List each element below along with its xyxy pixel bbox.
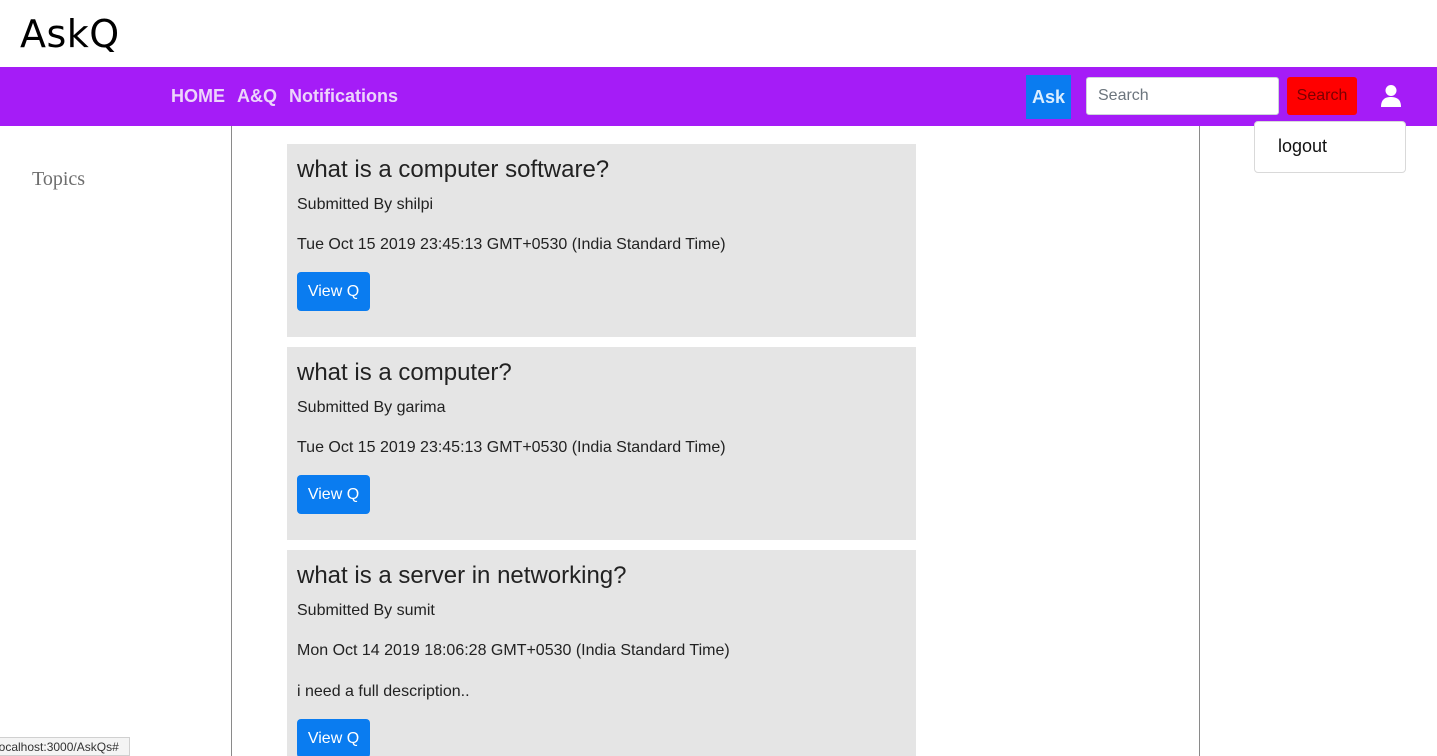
question-author: Submitted By shilpi (297, 196, 434, 213)
user-dropdown-menu: logout (1254, 121, 1406, 173)
nav-link-aq[interactable]: A&Q (237, 86, 277, 107)
question-title: what is a server in networking? (297, 562, 627, 589)
search-button[interactable]: Search (1287, 77, 1357, 115)
search-input[interactable] (1086, 77, 1279, 115)
nav-link-home[interactable]: HOME (171, 86, 225, 107)
browser-status-bar: localhost:3000/AskQs# (0, 737, 130, 756)
status-url: localhost:3000/AskQs# (0, 740, 119, 754)
question-author: Submitted By sumit (297, 602, 435, 619)
right-divider (1199, 126, 1200, 756)
ask-button[interactable]: Ask (1026, 75, 1071, 119)
user-icon[interactable] (1380, 84, 1402, 108)
navbar: HOME A&Q Notifications Ask Search (0, 67, 1437, 126)
view-question-button[interactable]: View Q (297, 719, 370, 756)
left-divider (231, 126, 232, 756)
question-card: what is a computer software? Submitted B… (287, 144, 916, 337)
sidebar-topics-title: Topics (32, 168, 86, 190)
question-title: what is a computer software? (297, 156, 610, 183)
question-title: what is a computer? (297, 359, 512, 386)
question-date: Tue Oct 15 2019 23:45:13 GMT+0530 (India… (297, 236, 726, 253)
question-author: Submitted By garima (297, 399, 446, 416)
question-date: Mon Oct 14 2019 18:06:28 GMT+0530 (India… (297, 642, 730, 659)
brand-logo[interactable]: AskQ (20, 12, 120, 56)
view-question-button[interactable]: View Q (297, 272, 370, 311)
logout-menu-item[interactable]: logout (1278, 136, 1327, 157)
view-question-button[interactable]: View Q (297, 475, 370, 514)
question-description: i need a full description.. (297, 683, 470, 700)
question-card: what is a computer? Submitted By garima … (287, 347, 916, 540)
question-date: Tue Oct 15 2019 23:45:13 GMT+0530 (India… (297, 439, 726, 456)
question-card: what is a server in networking? Submitte… (287, 550, 916, 756)
nav-link-notifications[interactable]: Notifications (289, 86, 398, 107)
